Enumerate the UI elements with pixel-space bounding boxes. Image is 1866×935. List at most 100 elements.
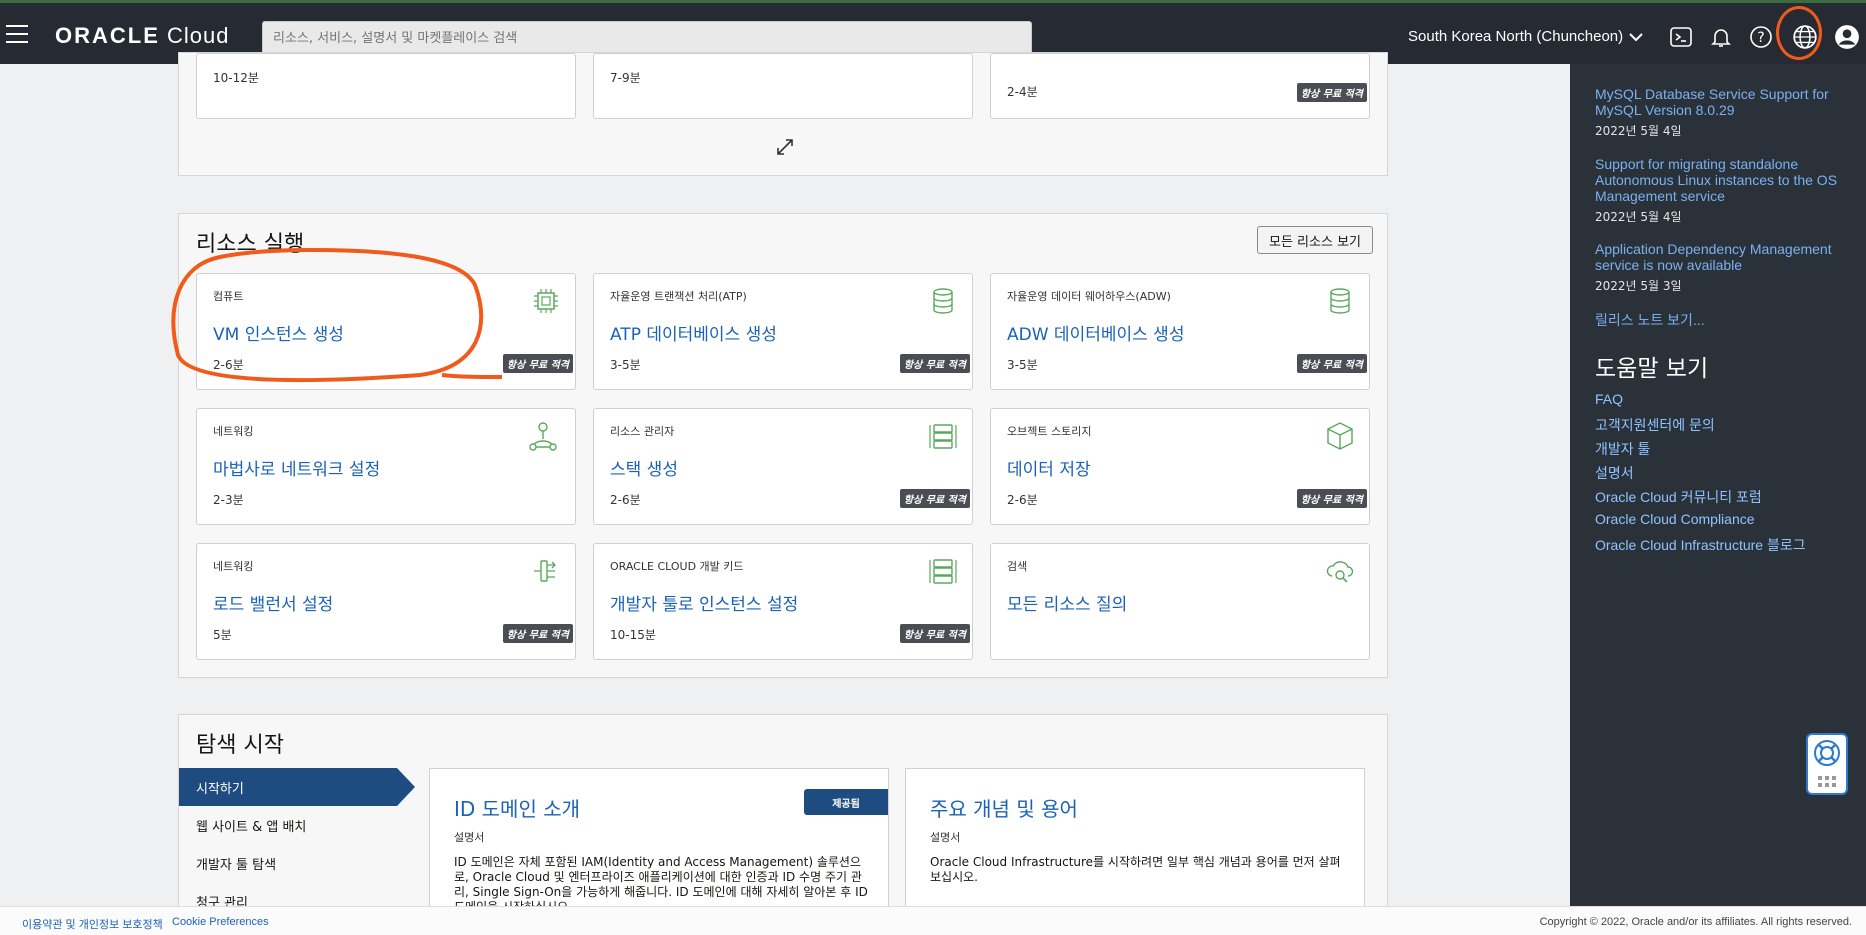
load-balancer-icon <box>534 560 556 582</box>
doc-description: Oracle Cloud Infrastructure를 시작하려면 일부 핵심… <box>930 855 1341 884</box>
card-title[interactable]: 마법사로 네트워크 설정 <box>213 455 380 480</box>
resource-card-network-wizard[interactable]: 네트워킹 마법사로 네트워크 설정 2-3분 <box>196 408 576 525</box>
getting-started-tabs: 시작하기 웹 사이트 & 앱 배치 개발자 툴 탐색 청구 관리 <box>179 768 415 920</box>
cloud-shell-icon[interactable] <box>1667 23 1695 51</box>
card-title[interactable]: 로드 밸런서 설정 <box>213 590 333 615</box>
card-category: 자율운영 트랜잭션 처리(ATP) <box>610 290 747 303</box>
help-title: 도움말 보기 <box>1595 356 1709 382</box>
card-category: 네트워킹 <box>213 560 254 573</box>
always-free-badge: 항상 무료 적격 <box>899 489 970 508</box>
card-category: 검색 <box>1007 560 1028 573</box>
help-link-docs[interactable]: 설명서 <box>1595 463 1806 487</box>
network-icon <box>529 422 557 451</box>
card-time: 10-15분 <box>610 628 656 642</box>
news-link[interactable]: Support for migrating standalone Autonom… <box>1595 156 1845 204</box>
top-card-2[interactable]: 7-9분 <box>593 53 973 119</box>
always-free-badge: 항상 무료 적격 <box>899 624 970 643</box>
card-time: 10-12분 <box>213 71 259 85</box>
help-link-dev-tools[interactable]: 개발자 툴 <box>1595 439 1806 463</box>
always-free-badge: 항상 무료 적격 <box>502 354 573 373</box>
news-date: 2022년 5월 3일 <box>1595 279 1682 293</box>
card-category: 오브젝트 스토리지 <box>1007 425 1092 438</box>
always-free-badge: 항상 무료 적격 <box>1296 354 1367 373</box>
help-link-compliance[interactable]: Oracle Cloud Compliance <box>1595 511 1806 535</box>
doc-card-key-concepts[interactable]: 주요 개념 및 용어 설명서 Oracle Cloud Infrastructu… <box>905 768 1365 908</box>
news-link[interactable]: MySQL Database Service Support for MySQL… <box>1595 86 1845 118</box>
always-free-badge: 항상 무료 적격 <box>502 624 573 643</box>
resource-card-load-balancer[interactable]: 네트워킹 로드 밸런서 설정 5분 항상 무료 적격 <box>196 543 576 660</box>
help-icon[interactable]: ? <box>1747 23 1775 51</box>
card-time: 7-9분 <box>610 71 641 85</box>
card-title[interactable]: 데이터 저장 <box>1007 455 1091 480</box>
card-title[interactable]: 모든 리소스 질의 <box>1007 590 1127 615</box>
provided-badge: 제공됨 <box>804 789 888 815</box>
doc-type: 설명서 <box>930 831 961 844</box>
release-notes-link[interactable]: 릴리스 노트 보기... <box>1595 310 1705 330</box>
view-all-resources-button[interactable]: 모든 리소스 보기 <box>1257 226 1373 254</box>
always-free-badge: 항상 무료 적격 <box>1296 489 1367 508</box>
help-link-blog[interactable]: Oracle Cloud Infrastructure 블로그 <box>1595 535 1806 559</box>
svg-text:?: ? <box>1757 30 1764 46</box>
news-date: 2022년 5월 4일 <box>1595 210 1682 224</box>
database-icon <box>1330 288 1350 314</box>
doc-title[interactable]: 주요 개념 및 용어 <box>930 793 1078 822</box>
news-date: 2022년 5월 4일 <box>1595 124 1682 138</box>
card-time: 3-5분 <box>610 358 641 372</box>
card-title[interactable]: 스택 생성 <box>610 455 678 480</box>
stack-icon <box>929 559 957 584</box>
always-free-badge: 항상 무료 적격 <box>899 354 970 373</box>
card-title[interactable]: 개발자 툴로 인스턴스 설정 <box>610 590 798 615</box>
news-link[interactable]: Application Dependency Management servic… <box>1595 241 1845 273</box>
resource-card-query-all[interactable]: 검색 모든 리소스 질의 <box>990 543 1370 660</box>
lifebuoy-icon <box>1814 740 1840 766</box>
top-card-1[interactable]: 10-12분 <box>196 53 576 119</box>
card-time: 2-3분 <box>213 493 244 507</box>
help-link-forum[interactable]: Oracle Cloud 커뮤니티 포럼 <box>1595 487 1806 511</box>
doc-description: ID 도메인은 자체 포함된 IAM(Identity and Access M… <box>454 855 868 908</box>
card-time: 5분 <box>213 628 232 642</box>
explore-top-panel: 10-12분 7-9분 2-4분 항상 무료 적격 <box>178 52 1388 176</box>
doc-title[interactable]: ID 도메인 소개 <box>454 793 580 822</box>
region-label: South Korea North (Chuncheon) <box>1408 28 1624 45</box>
region-selector[interactable]: South Korea North (Chuncheon) <box>1408 28 1643 45</box>
user-avatar-icon[interactable] <box>1833 23 1861 51</box>
menu-icon[interactable] <box>6 25 28 43</box>
stack-icon <box>929 424 957 449</box>
doc-card-id-domain[interactable]: ID 도메인 소개 설명서 제공됨 ID 도메인은 자체 포함된 IAM(Ide… <box>429 768 889 908</box>
help-link-support[interactable]: 고객지원센터에 문의 <box>1595 415 1806 439</box>
annotation-scribble-vm <box>171 247 503 383</box>
resource-card-atp[interactable]: 자율운영 트랜잭션 처리(ATP) ATP 데이터베이스 생성 3-5분 항상 … <box>593 273 973 390</box>
help-link-faq[interactable]: FAQ <box>1595 391 1806 415</box>
resource-card-dev-tools[interactable]: ORACLE CLOUD 개발 키드 개발자 툴로 인스턴스 설정 10-15분… <box>593 543 973 660</box>
search-input[interactable] <box>262 21 1032 55</box>
doc-type: 설명서 <box>454 831 485 844</box>
card-category: 네트워킹 <box>213 425 254 438</box>
tab-dev-tools[interactable]: 개발자 툴 탐색 <box>179 844 397 882</box>
news-item: Application Dependency Management servic… <box>1595 241 1845 294</box>
chip-icon <box>534 289 558 313</box>
cloud-search-icon <box>1326 561 1354 583</box>
cookie-preferences-link[interactable]: Cookie Preferences <box>172 916 269 928</box>
terms-privacy-link[interactable]: 이용약관 및 개인정보 보호정책 <box>22 916 163 932</box>
resource-card-create-stack[interactable]: 리소스 관리자 스택 생성 2-6분 항상 무료 적격 <box>593 408 973 525</box>
floating-help-widget[interactable] <box>1806 733 1848 795</box>
copyright: Copyright © 2022, Oracle and/or its affi… <box>1539 916 1852 928</box>
database-icon <box>933 288 953 314</box>
help-links: FAQ 고객지원센터에 문의 개발자 툴 설명서 Oracle Cloud 커뮤… <box>1595 391 1806 559</box>
card-time: 3-5분 <box>1007 358 1038 372</box>
chevron-down-icon <box>1629 32 1643 41</box>
top-card-3[interactable]: 2-4분 항상 무료 적격 <box>990 53 1370 119</box>
expand-icon[interactable] <box>775 137 795 157</box>
card-time: 2-4분 <box>1007 85 1038 99</box>
oracle-cloud-logo[interactable]: ORACLE Cloud <box>55 23 229 49</box>
card-title[interactable]: ADW 데이터베이스 생성 <box>1007 320 1184 345</box>
card-title[interactable]: ATP 데이터베이스 생성 <box>610 320 777 345</box>
tab-getting-started[interactable]: 시작하기 <box>179 768 415 806</box>
globe-language-icon[interactable] <box>1791 23 1819 51</box>
resource-card-object-storage[interactable]: 오브젝트 스토리지 데이터 저장 2-6분 항상 무료 적격 <box>990 408 1370 525</box>
bell-icon[interactable] <box>1707 23 1735 51</box>
footer: 이용약관 및 개인정보 보호정책 Cookie Preferences Copy… <box>0 906 1866 935</box>
card-category: ORACLE CLOUD 개발 키드 <box>610 560 744 573</box>
resource-card-adw[interactable]: 자율운영 데이터 웨어하우스(ADW) ADW 데이터베이스 생성 3-5분 항… <box>990 273 1370 390</box>
tab-website-app[interactable]: 웹 사이트 & 앱 배치 <box>179 806 397 844</box>
